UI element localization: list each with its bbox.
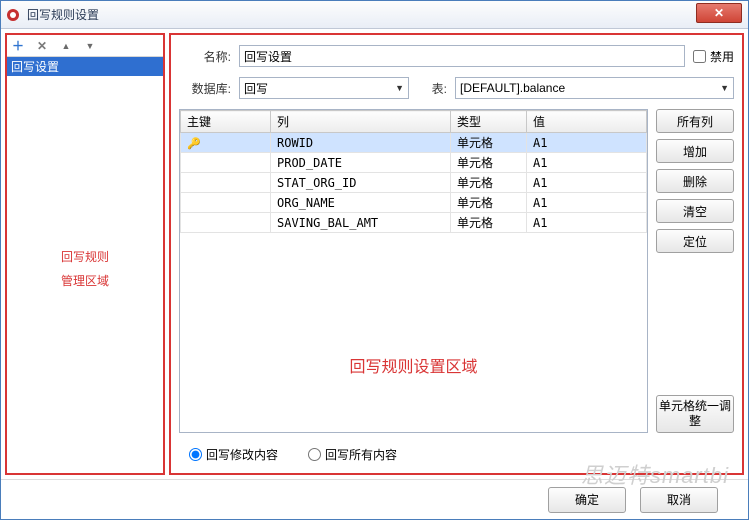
table-row[interactable]: 🔑ROWID单元格A1 [181,133,647,153]
tree-toolbar: ＋ ✕ ▲ ▼ [7,35,163,57]
app-icon [5,7,21,23]
col-header-pk[interactable]: 主键 [181,111,271,133]
locate-button[interactable]: 定位 [656,229,734,253]
cancel-button[interactable]: 取消 [640,487,718,513]
write-mode-group: 回写修改内容 回写所有内容 [179,443,734,465]
dialog-footer: 确定 取消 [1,479,748,519]
col-header-val[interactable]: 值 [527,111,647,133]
merge-cells-button[interactable]: 单元格统一调整 [656,395,734,433]
name-input[interactable] [239,45,685,67]
chevron-down-icon: ▼ [395,83,404,93]
table-select[interactable]: [DEFAULT].balance ▼ [455,77,734,99]
titlebar: 回写规则设置 ✕ [1,1,748,29]
db-select[interactable]: 回写 ▼ [239,77,409,99]
chevron-down-icon: ▼ [720,83,729,93]
table-row[interactable]: ORG_NAME单元格A1 [181,193,647,213]
disable-checkbox[interactable]: 禁用 [693,48,734,65]
close-button[interactable]: ✕ [696,3,742,23]
table-row[interactable]: STAT_ORG_ID单元格A1 [181,173,647,193]
key-icon: 🔑 [187,138,201,150]
add-button[interactable]: 增加 [656,139,734,163]
col-header-type[interactable]: 类型 [451,111,527,133]
rules-tree-pane: ＋ ✕ ▲ ▼ 回写设置 回写规则 管理区域 [5,33,165,475]
col-header-col[interactable]: 列 [271,111,451,133]
name-label: 名称: [179,48,231,65]
clear-button[interactable]: 清空 [656,199,734,223]
table-row[interactable]: PROD_DATE单元格A1 [181,153,647,173]
add-icon[interactable]: ＋ [11,39,25,53]
ok-button[interactable]: 确定 [548,487,626,513]
delete-icon[interactable]: ✕ [35,39,49,53]
columns-grid[interactable]: 主键 列 类型 值 🔑ROWID单元格A1PROD_DATE单元格A1STAT_… [179,109,648,433]
rules-tree[interactable]: 回写设置 [7,57,163,473]
window-title: 回写规则设置 [27,6,99,23]
close-icon: ✕ [714,6,724,20]
radio-modify[interactable]: 回写修改内容 [189,446,278,463]
db-label: 数据库: [179,80,231,97]
table-row[interactable]: SAVING_BAL_AMT单元格A1 [181,213,647,233]
all-columns-button[interactable]: 所有列 [656,109,734,133]
delete-button[interactable]: 删除 [656,169,734,193]
settings-area-label: 回写规则设置区域 [180,353,647,377]
move-up-icon[interactable]: ▲ [59,39,73,53]
radio-all[interactable]: 回写所有内容 [308,446,397,463]
table-label: 表: [417,80,447,97]
rule-settings-pane: 名称: 禁用 数据库: 回写 ▼ 表: [DEFAULT].balance ▼ [169,33,744,475]
move-down-icon[interactable]: ▼ [83,39,97,53]
tree-item-selected[interactable]: 回写设置 [7,57,163,76]
